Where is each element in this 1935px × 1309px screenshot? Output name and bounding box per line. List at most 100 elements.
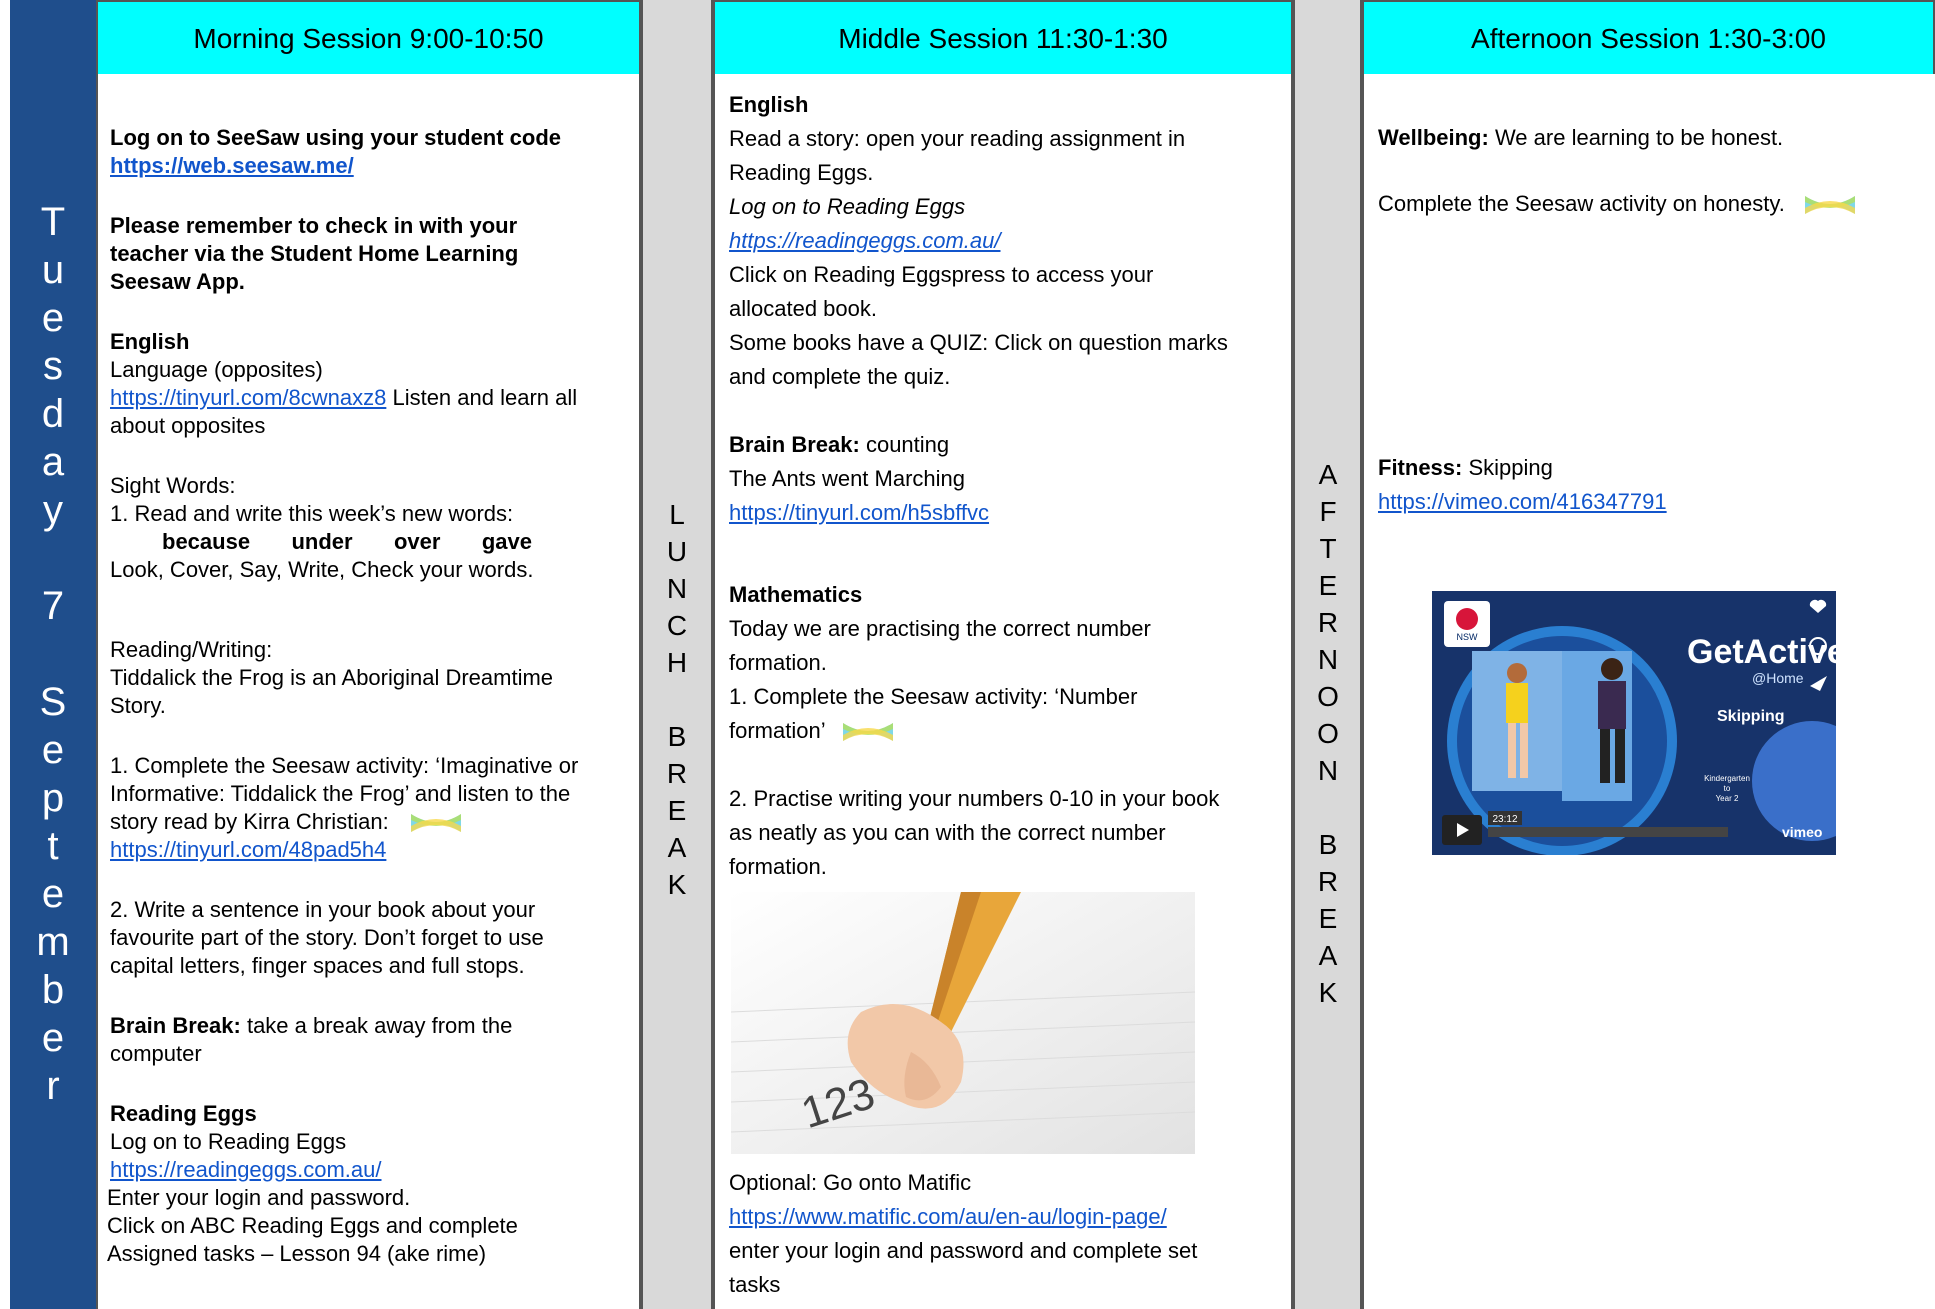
middle-line-5: allocated book. xyxy=(729,296,877,321)
sight-word: over xyxy=(393,529,441,554)
seesaw-icon[interactable] xyxy=(841,717,895,747)
vertical-letter: R xyxy=(1317,607,1339,638)
math-line-4: formation’ xyxy=(729,718,825,743)
math-line-3: 1. Complete the Seesaw activity: ‘Number xyxy=(729,684,1138,709)
middle-session-cell: English Read a story: open your reading … xyxy=(713,74,1293,1309)
vertical-letter: A xyxy=(667,832,687,863)
sight-word: under xyxy=(291,529,353,554)
vertical-letter: O xyxy=(1317,718,1339,749)
middle-reading-eggs-link[interactable]: https://readingeggs.com.au/ xyxy=(729,228,1001,253)
vertical-letter: B xyxy=(667,721,687,752)
middle-line-7: and complete the quiz. xyxy=(729,364,951,389)
vertical-letter: F xyxy=(1319,496,1337,527)
reading-writing-title: Reading/Writing: xyxy=(110,637,273,662)
language-text-2: about opposites xyxy=(110,413,266,438)
middle-brain-break-text: counting xyxy=(859,432,950,457)
header-morning: Morning Session 9:00-10:50 xyxy=(96,0,641,76)
vertical-letter: b xyxy=(41,968,65,1012)
afternoon-break-column: AFTERNOONBREAK xyxy=(1293,0,1362,1309)
seesaw-icon[interactable] xyxy=(1803,190,1857,220)
brain-break-label: Brain Break: xyxy=(110,1013,241,1038)
video-grade-1: Kindergarten xyxy=(1704,774,1750,783)
hand-writing-numbers-illustration: 123 xyxy=(731,892,1195,1154)
afternoon-session-cell: Wellbeing: We are learning to be honest.… xyxy=(1362,74,1935,1309)
english-title: English xyxy=(110,329,190,354)
lunch-break-column: LUNCH BREAK xyxy=(641,0,713,1309)
vimeo-logo: vimeo xyxy=(1782,824,1822,840)
vertical-letter: K xyxy=(667,869,687,900)
opposites-link[interactable]: https://tinyurl.com/8cwnaxz8 xyxy=(110,385,386,410)
vertical-letter: A xyxy=(1318,940,1338,971)
wellbeing-label: Wellbeing: xyxy=(1378,125,1489,150)
optional-text: Optional: Go onto Matific xyxy=(729,1170,972,1195)
vertical-letter: d xyxy=(41,392,65,436)
vertical-letter: t xyxy=(47,824,59,868)
reading-eggs-title: Reading Eggs xyxy=(110,1101,257,1126)
vertical-letter: N xyxy=(1317,644,1339,675)
middle-brain-break-2: The Ants went Marching xyxy=(729,466,966,491)
sight-words-2: Look, Cover, Say, Write, Check your word… xyxy=(110,557,534,582)
sight-words-title: Sight Words: xyxy=(110,473,236,498)
vertical-letter: u xyxy=(41,248,65,292)
handwriting-image: 123 xyxy=(731,892,1195,1154)
remember-text-1: Please remember to check in with your xyxy=(110,213,518,238)
sight-words-1: 1. Read and write this week’s new words: xyxy=(110,501,514,526)
vertical-letter: m xyxy=(36,920,70,964)
vertical-letter: 7 xyxy=(41,584,65,628)
wellbeing-text: We are learning to be honest. xyxy=(1488,125,1784,150)
sight-words-list: because under over gave xyxy=(162,528,532,557)
getactive-sub: @Home xyxy=(1752,670,1804,686)
vimeo-link[interactable]: https://vimeo.com/416347791 xyxy=(1378,489,1667,514)
fitness-text: Skipping xyxy=(1462,455,1553,480)
vertical-letter: e xyxy=(41,1016,65,1060)
vertical-letter: N xyxy=(1317,755,1339,786)
tiddalick-link[interactable]: https://tinyurl.com/48pad5h4 xyxy=(110,837,386,862)
vertical-letter: R xyxy=(666,758,688,789)
vertical-letter: E xyxy=(667,795,687,826)
math-line-7: formation. xyxy=(729,854,827,879)
vertical-letter: H xyxy=(666,647,688,678)
vertical-letter: r xyxy=(46,1064,60,1108)
nsw-logo-text: NSW xyxy=(1457,632,1479,642)
reading-eggs-link[interactable]: https://readingeggs.com.au/ xyxy=(110,1157,382,1182)
video-topic: Skipping xyxy=(1717,708,1785,725)
header-afternoon: Afternoon Session 1:30-3:00 xyxy=(1362,0,1935,76)
brain-break-text-2: computer xyxy=(110,1041,202,1066)
video-grade-2: to xyxy=(1724,784,1731,793)
middle-line-3: Log on to Reading Eggs xyxy=(729,194,966,219)
remember-text-3: Seesaw App. xyxy=(110,269,245,294)
vertical-letter: A xyxy=(1318,459,1338,490)
vertical-letter: e xyxy=(41,728,65,772)
header-middle: Middle Session 11:30-1:30 xyxy=(713,0,1293,76)
optional-text-3: tasks xyxy=(729,1272,781,1297)
reading-eggs-1: Log on to Reading Eggs xyxy=(110,1129,347,1154)
remember-text-2: teacher via the Student Home Learning xyxy=(110,241,519,266)
vertical-letter: N xyxy=(666,573,688,604)
reading-eggs-3: Click on ABC Reading Eggs and complete xyxy=(107,1213,518,1238)
brain-break-text: take a break away from the xyxy=(240,1013,513,1038)
reading-writing-2: Story. xyxy=(110,693,166,718)
reading-writing-4: Informative: Tiddalick the Frog’ and lis… xyxy=(110,781,571,806)
vertical-letter: T xyxy=(40,200,66,244)
middle-line-1: Read a story: open your reading assignme… xyxy=(729,126,1186,151)
video-player[interactable]: NSW GetActive @Home Skipping Kindergarte… xyxy=(1432,591,1836,855)
seesaw-link[interactable]: https://web.seesaw.me/ xyxy=(110,153,354,178)
video-thumbnail: NSW GetActive @Home Skipping Kindergarte… xyxy=(1432,591,1836,855)
language-text: Language (opposites) xyxy=(110,357,323,382)
middle-line-2: Reading Eggs. xyxy=(729,160,874,185)
ants-marching-link[interactable]: https://tinyurl.com/h5sbffvc xyxy=(729,500,989,525)
vertical-letter: y xyxy=(43,488,63,532)
vertical-letter: e xyxy=(41,872,65,916)
wellbeing-text-2: Complete the Seesaw activity on honesty. xyxy=(1378,191,1785,216)
sight-word: gave xyxy=(481,529,532,554)
vertical-letter: U xyxy=(666,536,688,567)
vertical-letter: C xyxy=(666,610,688,641)
math-line-2: formation. xyxy=(729,650,827,675)
vertical-letter: B xyxy=(1318,829,1338,860)
matific-link[interactable]: https://www.matific.com/au/en-au/login-p… xyxy=(729,1204,1167,1229)
reading-eggs-2: Enter your login and password. xyxy=(107,1185,411,1210)
reading-eggs-4: Assigned tasks – Lesson 94 (ake rime) xyxy=(107,1241,487,1266)
seesaw-icon[interactable] xyxy=(409,808,463,838)
vertical-letter: p xyxy=(41,776,65,820)
vertical-letter: T xyxy=(1319,533,1337,564)
